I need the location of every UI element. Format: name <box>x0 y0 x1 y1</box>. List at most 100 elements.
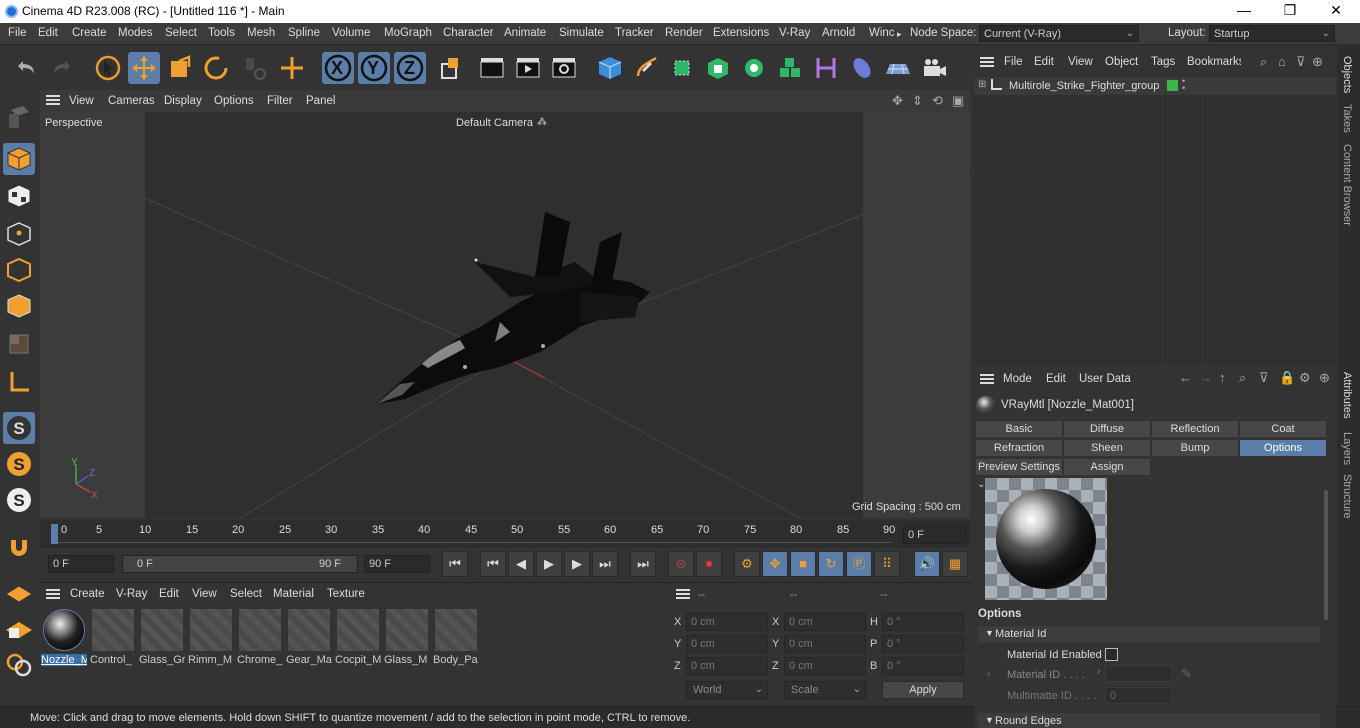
workplane-snap-button[interactable]: S <box>3 484 35 516</box>
material-menu-texture[interactable]: Texture <box>327 588 365 600</box>
points-mode-button[interactable] <box>3 218 35 250</box>
render-to-picture-viewer-button[interactable] <box>512 52 544 84</box>
menu-simulate[interactable]: Simulate <box>559 27 604 39</box>
back-arrow-icon[interactable]: ← <box>1179 370 1192 385</box>
tab-preview-settings[interactable]: Preview Settings <box>975 458 1063 476</box>
material-swatch-nozzle[interactable]: Nozzle_M <box>41 607 87 667</box>
menu-window[interactable]: Winc <box>869 27 895 39</box>
layer-color-icon[interactable] <box>1167 80 1178 91</box>
sound-button[interactable]: 🔊 <box>914 551 940 577</box>
tab-options[interactable]: Options <box>1239 439 1327 457</box>
multimatte-id-field[interactable]: 0 <box>1105 687 1173 704</box>
visibility-dots-icon[interactable]: • • <box>1182 77 1185 93</box>
tab-coat[interactable]: Coat <box>1239 420 1327 438</box>
material-menu-edit[interactable]: Edit <box>159 588 179 600</box>
recent-tool-button[interactable] <box>240 52 272 84</box>
home-icon[interactable]: ⌂ <box>1278 54 1286 69</box>
attr-menu-edit[interactable]: Edit <box>1046 373 1066 385</box>
make-editable-button[interactable] <box>3 100 35 132</box>
render-view-button[interactable] <box>476 52 508 84</box>
menu-animate[interactable]: Animate <box>504 27 546 39</box>
pan-view-icon[interactable]: ✥ <box>892 93 903 109</box>
side-tab-objects[interactable]: Objects <box>1341 56 1353 93</box>
rot-h-field[interactable]: 0 ° <box>882 613 964 631</box>
search-icon[interactable]: ⌕ <box>1260 54 1267 70</box>
search-icon[interactable]: ⌕ <box>1239 370 1246 386</box>
hamburger-icon[interactable] <box>980 57 994 67</box>
next-frame-button[interactable]: ▶ <box>564 551 590 577</box>
x-axis-lock-button[interactable]: X <box>322 52 354 84</box>
3d-viewport[interactable]: Perspective Default Camera ⁂ Y Z X Grid … <box>40 112 970 518</box>
close-button[interactable]: ✕ <box>1313 0 1359 23</box>
render-settings-button[interactable] <box>548 52 580 84</box>
menu-render[interactable]: Render <box>665 27 703 39</box>
play-button[interactable]: ▶ <box>536 551 562 577</box>
pos-z-field[interactable]: 0 cm <box>686 657 768 675</box>
start-frame-field[interactable]: 0 F <box>48 555 114 573</box>
move-tool-button[interactable] <box>128 52 160 84</box>
expand-arrow-icon[interactable]: › <box>987 669 990 680</box>
material-swatch-cocpit[interactable]: Cocpit_M <box>335 607 381 667</box>
current-frame-field[interactable]: 0 F <box>903 526 967 544</box>
tab-diffuse[interactable]: Diffuse <box>1063 420 1151 438</box>
floor-button[interactable] <box>882 52 914 84</box>
new-window-icon[interactable]: ⊕ <box>1312 54 1323 70</box>
playhead[interactable] <box>51 524 58 544</box>
menu-volume[interactable]: Volume <box>332 27 370 39</box>
solo-button[interactable] <box>3 648 35 680</box>
rotate-tool-button[interactable] <box>200 52 232 84</box>
subdivision-surface-button[interactable] <box>666 52 698 84</box>
viewport-menu-cameras[interactable]: Cameras <box>108 95 155 107</box>
tab-sheen[interactable]: Sheen <box>1063 439 1151 457</box>
key-scale-button[interactable]: ■ <box>790 551 816 577</box>
frame-range-slider[interactable]: 0 F 90 F <box>122 555 358 573</box>
workplane-button[interactable] <box>3 576 35 608</box>
menu-vray[interactable]: V-Ray <box>779 27 810 39</box>
snap-settings-button[interactable]: S <box>3 448 35 480</box>
go-to-end-button[interactable]: ⏭ <box>630 551 656 577</box>
menu-modes[interactable]: Modes <box>118 27 153 39</box>
apply-button[interactable]: Apply <box>882 681 964 699</box>
tab-basic[interactable]: Basic <box>975 420 1063 438</box>
material-menu-create[interactable]: Create <box>70 588 105 600</box>
coordinate-space-select[interactable]: World ⌄ <box>686 681 768 699</box>
side-tab-structure[interactable]: Structure <box>1341 474 1353 519</box>
menu-extensions[interactable]: Extensions <box>713 27 769 39</box>
material-swatch-glass[interactable]: Glass_M <box>384 607 430 667</box>
pos-x-field[interactable]: 0 cm <box>686 613 768 631</box>
object-menu-bookmarks[interactable]: Bookmarks <box>1187 56 1241 68</box>
material-swatch-control[interactable]: Control_ <box>90 607 136 667</box>
side-tab-layers[interactable]: Layers <box>1341 432 1353 465</box>
end-frame-field[interactable]: 90 F <box>364 555 430 573</box>
key-rotation-button[interactable]: ↻ <box>818 551 844 577</box>
extrude-button[interactable] <box>702 52 734 84</box>
filter-icon[interactable]: ⊽ <box>1296 54 1306 70</box>
cube-primitive-button[interactable] <box>594 52 626 84</box>
side-tab-attributes[interactable]: Attributes <box>1341 372 1353 418</box>
viewport-menu-display[interactable]: Display <box>164 95 202 107</box>
minimize-button[interactable]: — <box>1221 0 1267 23</box>
side-tab-content-browser[interactable]: Content Browser <box>1341 144 1353 226</box>
tab-reflection[interactable]: Reflection <box>1151 420 1239 438</box>
menu-mesh[interactable]: Mesh <box>247 27 275 39</box>
lock-workplane-button[interactable] <box>3 612 35 644</box>
size-y-field[interactable]: 0 cm <box>784 635 866 653</box>
z-axis-lock-button[interactable]: Z <box>394 52 426 84</box>
enable-axis-button[interactable] <box>3 366 35 398</box>
hamburger-icon[interactable] <box>46 95 60 105</box>
film-strip-button[interactable]: ▦ <box>942 551 968 577</box>
material-menu-select[interactable]: Select <box>230 588 262 600</box>
viewport-menu-view[interactable]: View <box>69 95 94 107</box>
record-button[interactable]: ⊘ <box>668 551 694 577</box>
spline-pen-button[interactable] <box>630 52 662 84</box>
menu-spline[interactable]: Spline <box>288 27 320 39</box>
object-menu-edit[interactable]: Edit <box>1034 56 1054 68</box>
menu-file[interactable]: File <box>8 27 27 39</box>
tab-assign[interactable]: Assign <box>1063 458 1151 476</box>
snap-button[interactable]: S <box>3 412 35 444</box>
maximize-button[interactable]: ❐ <box>1267 0 1313 23</box>
expand-icon[interactable]: ⊞ <box>978 79 986 90</box>
menu-tracker[interactable]: Tracker <box>615 27 654 39</box>
tab-bump[interactable]: Bump <box>1151 439 1239 457</box>
fighter-jet-model[interactable] <box>377 212 650 404</box>
